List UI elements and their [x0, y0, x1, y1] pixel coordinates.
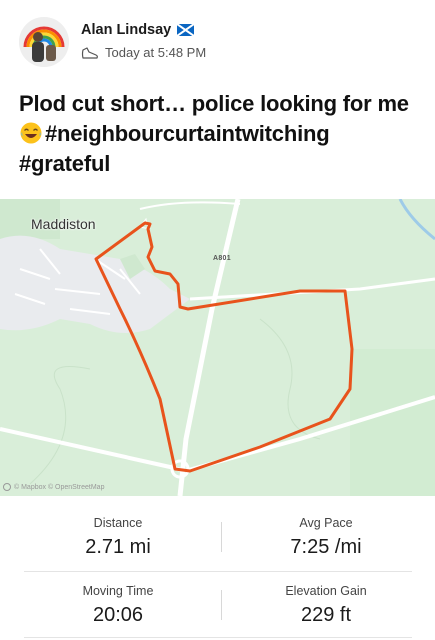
- activity-meta: Today at 5:48 PM: [81, 45, 206, 60]
- map-attribution[interactable]: © Mapbox © OpenStreetMap: [3, 483, 104, 491]
- elevation-value: 229 ft: [300, 604, 352, 626]
- title-hashtags: #neighbourcurtaintwitching #grateful: [19, 121, 330, 176]
- timestamp: Today at 5:48 PM: [105, 45, 207, 60]
- moving-time-label: Moving Time: [82, 584, 154, 598]
- laughing-emoji-icon: [19, 121, 43, 145]
- title-text: Plod cut short… police looking for me: [19, 91, 409, 116]
- activity-title[interactable]: Plod cut short… police looking for me #n…: [19, 89, 424, 179]
- attribution-text: © Mapbox © OpenStreetMap: [14, 483, 105, 491]
- stat-divider: [221, 590, 222, 620]
- distance-label: Distance: [93, 516, 143, 530]
- scotland-flag-icon: [176, 23, 195, 37]
- stat-pace: Avg Pace 7:25 /mi: [236, 516, 416, 559]
- stats-bottom-divider: [24, 637, 412, 638]
- route-map[interactable]: Maddiston A801 © Mapbox © OpenStreetMap: [0, 199, 435, 496]
- stat-distance: Distance 2.71 mi: [28, 516, 208, 559]
- author-name[interactable]: Alan Lindsay: [81, 22, 171, 38]
- distance-value: 2.71 mi: [85, 536, 151, 558]
- activity-stats: Distance 2.71 mi Avg Pace 7:25 /mi Movin…: [0, 496, 435, 640]
- activity-header: Alan Lindsay Today at 5:48 PM: [0, 0, 435, 80]
- avatar[interactable]: [19, 17, 69, 67]
- stat-elevation: Elevation Gain 229 ft: [236, 584, 416, 627]
- pace-value: 7:25 /mi: [290, 536, 362, 558]
- elevation-label: Elevation Gain: [285, 584, 367, 598]
- pace-label: Avg Pace: [299, 516, 353, 530]
- map-town-label: Maddiston: [31, 216, 96, 232]
- stats-row-divider: [24, 571, 412, 572]
- author-row: Alan Lindsay: [81, 22, 195, 38]
- stat-divider: [221, 522, 222, 552]
- moving-time-value: 20:06: [92, 604, 144, 626]
- map-road-label: A801: [213, 255, 231, 262]
- info-icon: [3, 483, 11, 491]
- stat-moving-time: Moving Time 20:06: [28, 584, 208, 627]
- shoe-icon: [81, 46, 99, 60]
